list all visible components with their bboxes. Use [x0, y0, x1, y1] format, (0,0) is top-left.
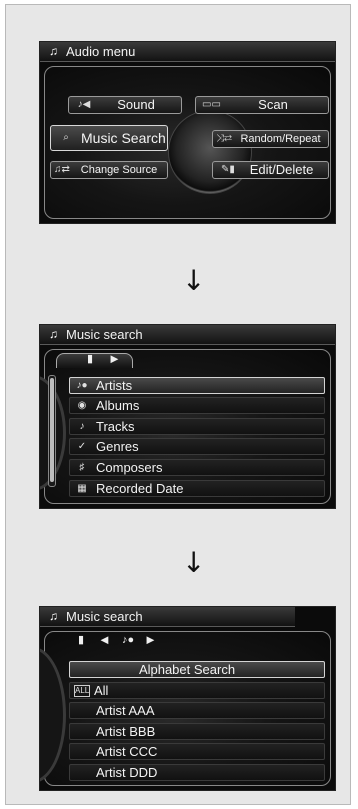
audio-menu-screen: ♫ Audio menu ♪◀ Sound ▭▭ Scan ⌕ Music Se… — [39, 41, 336, 224]
search-icon: ⌕ — [63, 132, 69, 143]
scan-button-label: Scan — [258, 97, 288, 112]
device-icon: ▮ — [87, 353, 94, 365]
music-search-button[interactable]: ⌕ Music Search — [50, 125, 168, 151]
list-item-artist[interactable]: Artist BBB — [69, 723, 325, 740]
scrollbar-thumb[interactable] — [50, 378, 54, 482]
list-item-label: Artist DDD — [96, 765, 158, 780]
random-repeat-button[interactable]: ⤨⇄ Random/Repeat — [212, 130, 329, 148]
music-note-icon: ♫ — [49, 609, 58, 623]
music-search-titlebar: ♫ Music search — [40, 325, 335, 345]
category-tab[interactable] — [56, 353, 133, 368]
list-item-label: Genres — [96, 439, 139, 454]
list-item-all[interactable]: ALL All — [69, 682, 325, 699]
change-source-button[interactable]: ♫⇄ Change Source — [50, 161, 168, 179]
left-arrow-icon[interactable]: ◄ — [98, 633, 111, 647]
list-item-label: Recorded Date — [96, 481, 184, 496]
scan-button[interactable]: ▭▭ Scan — [195, 96, 329, 114]
list-item-label: All — [94, 683, 109, 698]
scrollbar[interactable] — [48, 375, 56, 487]
list-item-genres[interactable]: ✓ Genres — [69, 438, 325, 455]
list-item-composers[interactable]: ♯ Composers — [69, 459, 325, 476]
genre-icon: ✓ — [77, 441, 87, 452]
list-item-label: Composers — [96, 460, 163, 475]
list-item-label: Artists — [96, 378, 133, 393]
manual-figure-frame: ♫ Audio menu ♪◀ Sound ▭▭ Scan ⌕ Music Se… — [5, 4, 351, 805]
music-search-title: Music search — [66, 327, 143, 342]
list-item-recorded-date[interactable]: ▦ Recorded Date — [69, 480, 325, 497]
composer-icon: ♯ — [79, 462, 85, 473]
edit-delete-icon: ✎▮ — [221, 164, 235, 175]
shuffle-repeat-icon: ⤨⇄ — [216, 133, 232, 144]
down-arrow-icon: ↓ — [182, 546, 206, 579]
music-note-icon: ♫ — [49, 327, 58, 341]
right-arrow-icon[interactable]: ► — [144, 633, 157, 647]
list-item-label: Artist AAA — [96, 703, 155, 718]
sound-button[interactable]: ♪◀ Sound — [68, 96, 182, 114]
list-item-label: Artist BBB — [96, 724, 156, 739]
music-note-icon: ♫ — [49, 44, 58, 58]
calendar-icon: ▦ — [77, 483, 87, 494]
artist-list-screen: ♫ Music search ▮ ◄ ♪● ► Alphabet Search … — [39, 606, 336, 791]
music-note-icon: ♪ — [79, 421, 85, 432]
device-icon: ▮ — [78, 634, 85, 646]
sound-icon: ♪◀ — [77, 99, 91, 110]
artist-icon: ♪● — [122, 634, 135, 646]
scan-icon: ▭▭ — [202, 99, 221, 110]
interface-dial-graphic — [168, 110, 252, 194]
sound-button-label: Sound — [117, 97, 155, 112]
music-search-button-label: Music Search — [81, 130, 166, 146]
audio-menu-titlebar: ♫ Audio menu — [40, 42, 335, 62]
down-arrow-icon: ↓ — [182, 264, 206, 297]
edit-delete-button[interactable]: ✎▮ Edit/Delete — [212, 161, 329, 179]
right-arrow-icon[interactable]: ► — [108, 352, 121, 366]
audio-menu-title: Audio menu — [66, 44, 136, 59]
list-item-artist[interactable]: Artist DDD — [69, 764, 325, 781]
list-item-albums[interactable]: ◉ Albums — [69, 397, 325, 414]
alphabet-search-button[interactable]: Alphabet Search — [69, 661, 325, 678]
list-item-label: Artist CCC — [96, 744, 158, 759]
list-item-label: Tracks — [96, 419, 135, 434]
list-item-artists[interactable]: ♪● Artists — [69, 377, 325, 394]
category-tab-bar: ▮ ► — [56, 352, 166, 368]
category-tab-bar: ▮ ◄ ♪● ► — [78, 633, 188, 648]
list-item-label: Albums — [96, 398, 140, 413]
artist-list-titlebar: ♫ Music search — [40, 607, 295, 627]
music-search-screen: ♫ Music search ▮ ► ♪● Artists ◉ Albums ♪… — [39, 324, 336, 509]
artist-icon: ♪● — [76, 380, 88, 391]
list-item-artist[interactable]: Artist AAA — [69, 702, 325, 719]
all-icon: ALL — [74, 684, 90, 697]
change-source-icon: ♫⇄ — [54, 164, 70, 175]
list-item-label: Alphabet Search — [138, 662, 236, 677]
change-source-button-label: Change Source — [80, 164, 158, 176]
list-item-artist[interactable]: Artist CCC — [69, 743, 325, 760]
random-repeat-button-label: Random/Repeat — [240, 133, 321, 145]
artist-list-title: Music search — [66, 609, 143, 624]
album-icon: ◉ — [77, 400, 87, 411]
edit-delete-button-label: Edit/Delete — [249, 162, 314, 177]
list-item-tracks[interactable]: ♪ Tracks — [69, 418, 325, 435]
